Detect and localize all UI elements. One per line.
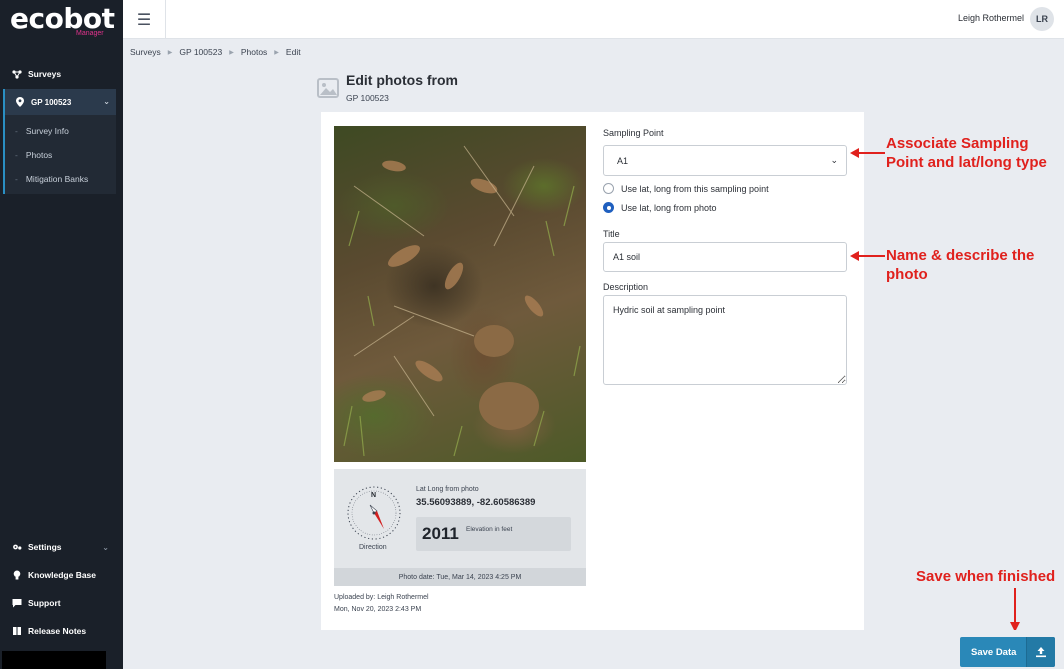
surveys-icon (12, 69, 22, 79)
breadcrumb-separator-icon: ▶ (167, 49, 173, 56)
book-icon (12, 626, 22, 636)
breadcrumb: Surveys ▶ GP 100523 ▶ Photos ▶ Edit (130, 46, 301, 58)
title-label: Title (603, 229, 620, 239)
sampling-point-value: A1 (617, 155, 629, 166)
upload-icon (1026, 637, 1055, 667)
sidebar: ecobot Manager Surveys GP 100523 ⌄ - Surv… (0, 0, 123, 669)
title-input[interactable] (603, 242, 847, 272)
sidebar-item-label: Surveys (28, 69, 62, 79)
annotation-arrow-icon (850, 148, 885, 158)
sidebar-item-label: Settings (28, 542, 62, 552)
save-data-label: Save Data (971, 646, 1017, 658)
top-bar: ☰ Leigh Rothermel LR (123, 0, 1064, 39)
sidebar-item-support[interactable]: Support (0, 592, 123, 614)
sidebar-item-surveys[interactable]: Surveys (0, 63, 123, 85)
radio-button-selected[interactable] (603, 202, 614, 213)
compass-north-label: N (371, 492, 377, 499)
photo-preview[interactable] (334, 126, 586, 462)
map-pin-icon (15, 97, 25, 107)
latlong-value: 35.56093889, -82.60586389 (416, 497, 536, 508)
image-icon (317, 77, 339, 99)
user-name[interactable]: Leigh Rothermel (958, 13, 1024, 23)
radio-label: Use lat, long from photo (621, 202, 717, 213)
uploaded-date: Mon, Nov 20, 2023 2:43 PM (334, 606, 422, 613)
sidebar-subitem-photos[interactable]: - Photos (15, 150, 52, 160)
sidebar-item-settings[interactable]: Settings ⌄ (0, 536, 123, 558)
page-subtitle: GP 100523 (346, 93, 389, 103)
description-textarea[interactable]: Hydric soil at sampling point (603, 295, 847, 385)
sampling-point-select[interactable]: A1 ⌄ (603, 145, 847, 176)
breadcrumb-edit: Edit (285, 47, 301, 57)
sidebar-item-label: Support (28, 598, 61, 608)
save-data-button[interactable]: Save Data (960, 637, 1055, 667)
gear-icon (12, 542, 22, 552)
chevron-down-icon: ⌄ (102, 542, 109, 552)
chevron-down-icon[interactable]: ⌄ (103, 97, 110, 106)
lightbulb-icon (12, 570, 22, 580)
latlong-label: Lat Long from photo (416, 486, 479, 493)
annotation-arrow-icon (850, 251, 885, 261)
chevron-down-icon: ⌄ (830, 155, 838, 165)
chat-icon (12, 598, 22, 608)
direction-label: Direction (359, 544, 387, 551)
radio-latlong-photo[interactable]: Use lat, long from photo (603, 202, 717, 213)
breadcrumb-separator-icon: ▶ (229, 49, 234, 56)
radio-latlong-sampling-point[interactable]: Use lat, long from this sampling point (603, 183, 769, 194)
annotation-arrow-icon (1010, 588, 1020, 632)
elevation-value: 2011 (422, 524, 459, 543)
sidebar-item-knowledge-base[interactable]: Knowledge Base (0, 564, 123, 586)
description-label: Description (603, 282, 649, 292)
uploaded-by: Uploaded by: Leigh Rothermel (334, 594, 429, 601)
radio-label: Use lat, long from this sampling point (621, 183, 769, 194)
radio-button[interactable] (603, 183, 614, 194)
breadcrumb-surveys[interactable]: Surveys (130, 47, 161, 57)
sidebar-subitem-mitigation-banks[interactable]: - Mitigation Banks (15, 174, 88, 184)
survey-name: GP 100523 (31, 97, 72, 107)
redacted-block (2, 651, 106, 669)
sidebar-item-label: Release Notes (28, 626, 87, 636)
sampling-point-label: Sampling Point (603, 128, 664, 138)
breadcrumb-photos[interactable]: Photos (241, 47, 267, 57)
sidebar-subitem-survey-info[interactable]: - Survey Info (15, 126, 69, 136)
elevation-label: Elevation in feet (466, 526, 513, 533)
logo-subtitle: Manager (76, 30, 104, 37)
page-title: Edit photos from (346, 72, 458, 88)
bottom-bar (123, 630, 1064, 669)
annotation-save: Save when finished (916, 568, 1056, 585)
annotation-name-describe: Name & describe the photo (886, 247, 1035, 283)
survey-submenu: GP 100523 ⌄ - Survey Info - Photos - Mitiga… (3, 89, 116, 194)
breadcrumb-separator-icon: ▶ (274, 49, 279, 56)
sidebar-item-label: Knowledge Base (28, 570, 97, 580)
photo-date: Photo date: Tue, Mar 14, 2023 4:25 PM (334, 568, 586, 586)
avatar[interactable]: LR (1030, 7, 1054, 31)
breadcrumb-survey[interactable]: GP 100523 (179, 47, 222, 57)
hamburger-menu-icon[interactable]: ☰ (123, 0, 166, 39)
annotation-associate: Associate Sampling Point and lat/long ty… (886, 135, 1047, 171)
sidebar-item-survey[interactable]: GP 100523 ⌄ (5, 89, 116, 115)
sidebar-item-release-notes[interactable]: Release Notes (0, 620, 123, 642)
